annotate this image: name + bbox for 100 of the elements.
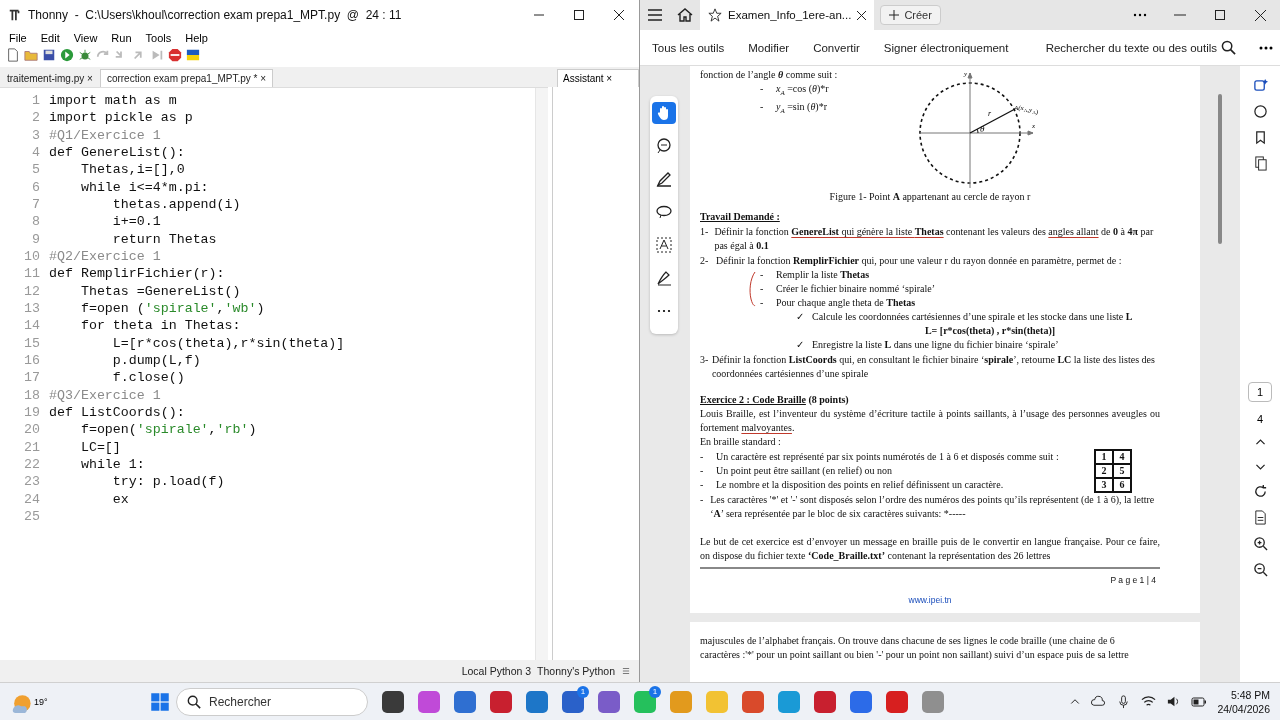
code-line: import pickle as p [49,110,193,126]
line-number: 21 [23,438,40,456]
run-icon[interactable] [60,48,74,62]
document-icon[interactable] [1252,510,1268,525]
app-icon[interactable] [850,690,872,713]
code-line: while i<=4*m.pi: [79,179,209,195]
plus-icon [889,10,900,20]
search-icon[interactable] [1221,40,1236,55]
zoom-out-icon[interactable] [1252,562,1268,577]
app-icon[interactable] [814,690,836,713]
close-icon[interactable] [1254,9,1266,21]
search-field[interactable]: Rechercher [176,687,368,716]
list-item-text: x$_{A}$ =cos (θ)*r [776,82,829,99]
app-icon[interactable] [562,690,584,713]
list-item-text: Les caractères '*' et '-' sont disposés selon l’ordre des numéros des points qu’ils représentent (de 1 à 6), la lettre ‘A’ sera représentée par le bloc de six caractères suivants: *----- [710,493,1156,521]
toolbar-item[interactable]: Modifier [736,41,802,54]
code-line: f=open ('spirale','wb') [79,300,265,316]
app-icon[interactable] [490,690,512,713]
menu-item[interactable]: Help [178,32,215,44]
toolbar-item[interactable]: Convertir [801,41,872,54]
menu-icon[interactable] [621,666,631,676]
code-line: #Q2/Exercice 1 [49,248,161,264]
maximize-icon[interactable] [574,10,584,20]
line-number: 22 [23,455,40,474]
menu-icon[interactable] [648,9,662,21]
code-line: f=open('spirale','rb') [79,422,257,438]
website-link[interactable]: www.ipei.tn [908,595,952,605]
file-tab[interactable]: traitement-img.py × [0,69,100,87]
zoom-in-icon[interactable] [1252,536,1268,551]
more-icon[interactable] [1133,13,1147,17]
list-item-text: Définir la fonction RemplirFichier qui, pour une valeur r du rayon donnée en paramètre, permet de : [716,254,1122,268]
close-icon[interactable] [614,10,624,20]
assistant-tab[interactable]: Assistant × [557,69,639,87]
section-heading: Travail Demandé : [700,210,781,224]
app-icon[interactable] [454,690,476,713]
menu-item[interactable]: Tools [138,32,179,44]
scrollbar[interactable] [1218,94,1222,244]
search-field[interactable]: Rechercher du texte ou des outils [1045,41,1217,54]
line-number: 12 [23,282,40,300]
maximize-icon[interactable] [1215,10,1225,20]
list-item-text: Un point peut être saillant (en relief) ou non [716,464,893,478]
status-text[interactable]: Thonny's Python [537,665,615,677]
comment-icon[interactable] [1252,104,1268,119]
menu-item[interactable]: Run [104,32,139,44]
line-number: 3 [31,126,40,144]
document-tab[interactable]: Examen_Info_1ere-an... [700,0,875,30]
pages-icon[interactable] [1252,156,1268,171]
save-icon[interactable] [42,48,56,62]
ai-sparkle-icon[interactable] [1252,78,1268,93]
app-icon[interactable] [382,690,404,713]
app-icon[interactable] [886,690,908,713]
list-number: 3- [700,353,710,367]
menu-item[interactable]: View [66,32,105,44]
toolbar-item[interactable]: Signer électroniquement [871,41,1021,54]
line-number: 18 [23,386,40,404]
line-number: 4 [31,144,40,162]
search-icon [187,694,201,709]
braille-grid: 1 4 2 5 3 6 [1094,449,1132,493]
file-tab[interactable]: correction exam prepa1_MPT.py * × [99,69,274,87]
new-file-icon[interactable] [6,48,20,62]
scrollbar[interactable] [535,88,548,660]
toolbar-item[interactable]: Tous les outils [640,41,737,54]
refresh-icon[interactable] [1252,484,1268,499]
list-item-text: Calcule les coordonnées cartésiennes d’une spirale et les stocke dans une liste L [812,310,1133,324]
menu-item[interactable]: Edit [33,32,67,44]
line-number: 1 [31,92,40,110]
code-line: try: p.load(f) [111,474,225,490]
dash-bullet: - [760,268,765,282]
stop-icon[interactable] [168,48,182,62]
code-line: import math as m [49,93,177,108]
dash-bullet: - [700,493,705,507]
cloud-icon[interactable] [1091,694,1107,709]
paragraph-text: majuscules de l’alphabet français. On trouve dans chacune de ses lignes le code braille (une chaine de 6 [700,635,1115,646]
page-footer: P a g e 1 | 4 [1110,575,1156,585]
line-number: 13 [23,299,40,318]
line-number: 25 [23,507,40,526]
dash-bullet: - [700,464,705,478]
clock[interactable]: 5:48 PM 24/04/2026 [1217,687,1270,716]
list-number: 2- [700,254,710,268]
code-line: p.dump(L,f) [111,352,201,368]
list-item-text: Définir la fonction ListCoords qui, en consultant le fichier binaire ‘spirale’, retourne LC la liste des listes des coordonnées cartésiennes d’une spirale [711,353,1156,381]
line-number: 9 [31,230,40,248]
create-button[interactable]: Créer [880,5,941,25]
page-number-field[interactable]: 1 [1248,382,1272,402]
star-icon[interactable] [708,8,722,22]
flag-icon[interactable] [186,48,200,62]
home-icon[interactable] [677,8,693,22]
line-number: 23 [23,473,40,491]
code-line: return Thetas [111,231,217,247]
menu-item[interactable]: File [2,32,34,44]
window-title: Thonny - C:\Users\khoul\correction exam prepa1_MPT.py @ 24 : 11 [28,8,402,22]
list-item-text: Un caractère est représenté par six points numérotés de 1 à 6 et disposés comme suit : [716,450,1059,464]
line-number: 20 [23,421,40,439]
close-icon[interactable] [857,10,867,20]
hand-icon[interactable] [657,105,671,121]
windows-logo-icon[interactable] [150,691,170,712]
code-line: L=[r*cos(theta),r*sin(theta)] [111,335,345,351]
hand-tool[interactable] [652,102,676,124]
bug-icon[interactable] [78,48,92,62]
app-icon[interactable] [598,690,620,713]
